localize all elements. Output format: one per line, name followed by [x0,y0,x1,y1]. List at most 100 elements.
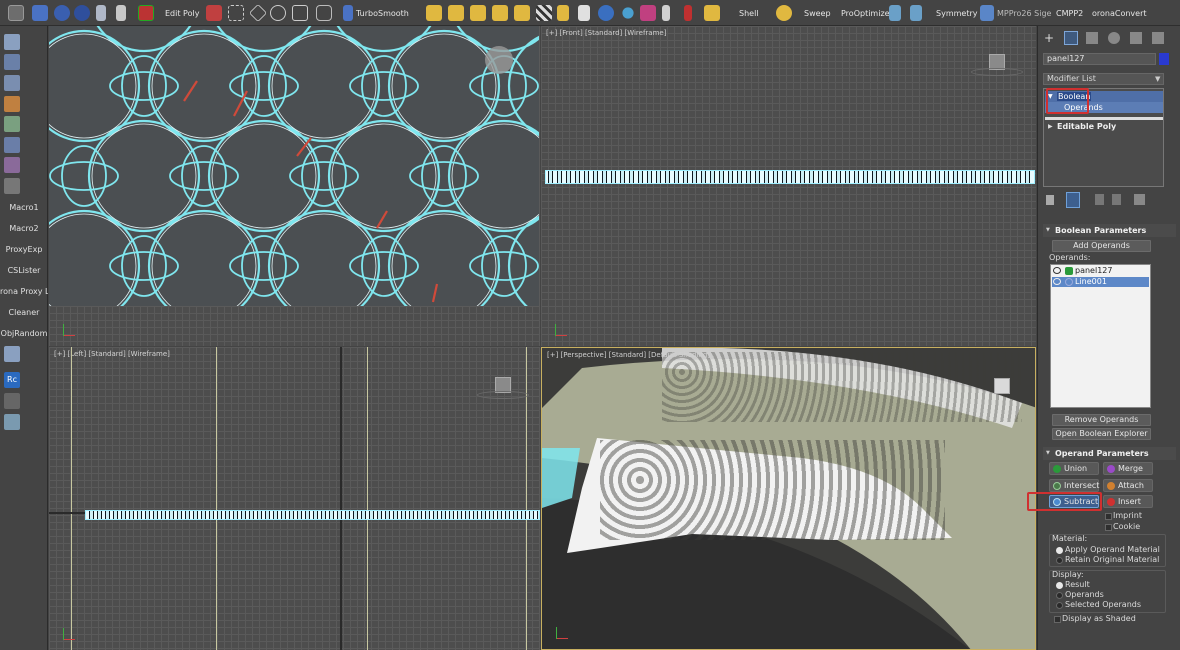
mirror-icon[interactable] [910,4,922,22]
turbosmooth-button[interactable]: TurboSmooth [356,4,409,22]
cookie-checkbox[interactable]: Cookie [1103,522,1140,531]
grid-icon[interactable] [8,4,24,22]
select-region-icon[interactable] [228,4,244,22]
imprint-checkbox[interactable]: Imprint [1103,511,1142,520]
corona-proxy-list-button[interactable]: rona Proxy List [0,287,48,296]
prooptimizer-button[interactable]: ProOptimizer [841,4,893,22]
configure-sets-icon[interactable] [1134,194,1145,205]
tool-icon[interactable] [4,54,20,70]
arrow-icon[interactable] [684,4,692,22]
heart-icon[interactable] [640,4,656,22]
tool-icon[interactable] [4,116,20,132]
viewport-top[interactable] [49,26,540,346]
show-end-result-icon[interactable] [1066,192,1080,208]
symmetry-tool-icon[interactable] [889,4,901,22]
attach-button[interactable]: Attach [1103,479,1153,492]
frame-icon[interactable] [292,4,308,22]
apply-operand-material-radio[interactable]: Apply Operand Material [1054,545,1160,554]
ffd-icon[interactable] [514,4,530,22]
paint-icon[interactable] [704,4,720,22]
checker-icon[interactable] [138,4,154,22]
modify-tab-icon[interactable] [1064,31,1078,45]
symmetry-button[interactable]: Symmetry [936,4,977,22]
operand-parameters-rollout[interactable]: Operand Parameters [1043,447,1176,460]
viewport-left[interactable]: [+] [Left] [Standard] [Wireframe] [49,347,540,650]
globe-icon[interactable] [598,4,614,22]
cslister-button[interactable]: CSLister [0,266,48,275]
diamond-icon[interactable] [248,3,268,23]
twist-icon[interactable] [470,4,486,22]
tool-icon[interactable] [4,34,20,50]
motion-tab-icon[interactable] [1108,32,1120,44]
utilities-tab-icon[interactable] [1152,32,1164,44]
viewport-label[interactable]: [+] [Perspective] [Standard] [Default Sh… [547,351,710,359]
mppro-icon[interactable] [980,4,994,22]
cleaner-button[interactable]: Cleaner [0,308,48,317]
object-color-swatch[interactable] [1159,53,1169,65]
tool-icon[interactable] [4,96,20,112]
viewcube-icon[interactable] [485,46,513,74]
cmpp2-button[interactable]: CMPP2 [1056,4,1083,22]
remove-modifier-icon[interactable] [1112,194,1121,205]
object-name-field[interactable]: panel127 [1043,53,1156,65]
macro2-button[interactable]: Macro2 [0,224,48,233]
sweep-icon[interactable] [776,4,792,22]
modifier-list-dropdown[interactable]: Modifier List [1043,73,1164,85]
make-unique-icon[interactable] [1095,194,1104,205]
geosphere-icon[interactable] [74,4,90,22]
stl-icon[interactable] [557,4,569,22]
tool-icon[interactable] [4,178,20,194]
display-as-shaded-checkbox[interactable]: Display as Shaded [1052,614,1136,623]
sweep-button[interactable]: Sweep [804,4,831,22]
turbosmooth-icon[interactable] [343,4,353,22]
expand-icon[interactable]: ▶ [1048,122,1053,131]
box-icon[interactable] [32,4,48,22]
modifier-icon[interactable] [206,4,222,22]
add-operands-button[interactable]: Add Operands [1052,240,1151,252]
taper-icon[interactable] [448,4,464,22]
eye-icon[interactable] [1053,267,1061,274]
list-icon[interactable] [4,414,20,430]
tool-icon[interactable] [4,346,20,362]
hierarchy-tab-icon[interactable] [1086,32,1098,44]
remove-operands-button[interactable]: Remove Operands [1052,414,1151,426]
shell-button[interactable]: Shell [739,4,759,22]
retain-original-material-radio[interactable]: Retain Original Material [1054,555,1159,564]
merge-button[interactable]: Merge [1103,462,1153,475]
tool-icon[interactable] [4,75,20,91]
tool-icon[interactable] [4,137,20,153]
sphere-icon[interactable] [54,4,70,22]
pin-icon[interactable] [620,4,636,22]
viewport-front[interactable]: [+] [Front] [Standard] [Wireframe] [541,26,1036,346]
rc-icon[interactable]: Rc [4,372,20,388]
proxyexp-button[interactable]: ProxyExp [0,245,48,254]
checker-pattern-icon[interactable] [536,4,552,22]
loop-icon[interactable] [270,4,286,22]
operands-list[interactable]: panel127 Line001 [1050,264,1151,408]
display-result-radio[interactable]: Result [1054,580,1090,589]
display-selected-operands-radio[interactable]: Selected Operands [1054,600,1141,609]
list-item[interactable]: Line001 [1052,277,1149,287]
objrandom-button[interactable]: ObjRandom [0,329,48,338]
noise-icon[interactable] [492,4,508,22]
union-button[interactable]: Union [1049,462,1099,475]
stack-item-editable-poly[interactable]: Editable Poly [1057,122,1116,131]
macro1-button[interactable]: Macro1 [0,203,48,212]
viewport-perspective[interactable]: [+] [Perspective] [Standard] [Default Sh… [541,347,1036,650]
viewport-label[interactable]: [+] [Front] [Standard] [Wireframe] [546,29,666,37]
tube-icon[interactable] [116,4,126,22]
display-operands-radio[interactable]: Operands [1054,590,1104,599]
list-item[interactable]: panel127 [1052,266,1149,276]
pin-stack-icon[interactable] [1046,195,1054,205]
edit-poly-button[interactable]: Edit Poly [165,4,199,22]
display-tab-icon[interactable] [1130,32,1142,44]
wrench-icon[interactable] [4,393,20,409]
brush-icon[interactable] [662,4,670,22]
intersect-button[interactable]: Intersect [1049,479,1099,492]
boolean-parameters-rollout[interactable]: Boolean Parameters [1043,224,1176,237]
mppro-button[interactable]: MPPro26 Sige [997,4,1051,22]
lathe-icon[interactable] [578,4,590,22]
insert-button[interactable]: Insert [1103,495,1153,508]
viewcube-icon[interactable] [994,378,1010,394]
chevron-down-icon[interactable]: ▼ [1155,73,1160,85]
